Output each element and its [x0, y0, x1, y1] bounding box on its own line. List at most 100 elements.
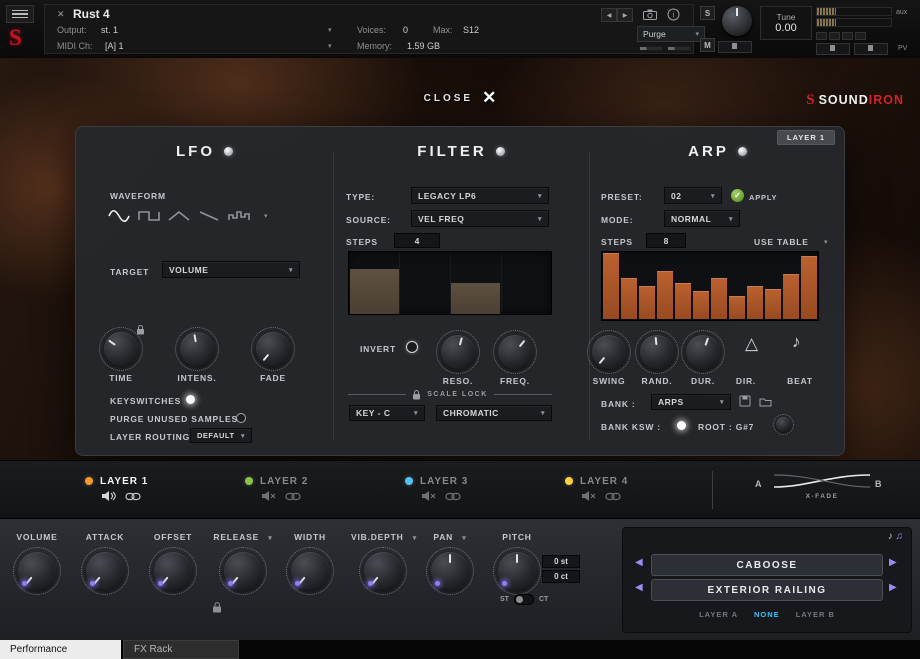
st-label[interactable]: ST [500, 596, 509, 603]
direction-triangle-icon[interactable]: △ [745, 334, 758, 354]
next-instrument-button[interactable]: ▶ [617, 8, 633, 22]
selector-next-icon[interactable]: ▶ [889, 557, 897, 568]
output-router-icon[interactable] [855, 32, 866, 40]
link-icon[interactable] [445, 492, 461, 501]
output-router-icon[interactable] [829, 32, 840, 40]
note-icon[interactable]: ♪ [888, 531, 893, 542]
arp-mode-dropdown[interactable]: NORMAL ▾ [664, 210, 740, 227]
output-value[interactable]: st. 1 [101, 25, 118, 35]
xfade-curve[interactable] [772, 472, 872, 490]
layer-a-option[interactable]: LAYER A [699, 610, 738, 619]
note-double-icon[interactable]: ♫ [896, 531, 904, 542]
filter-type-dropdown[interactable]: LEGACY LP6 ▾ [411, 187, 549, 204]
release-knob[interactable] [224, 552, 262, 590]
prev-instrument-button[interactable]: ◀ [601, 8, 617, 22]
snapshot-camera-icon[interactable] [643, 9, 657, 20]
info-icon[interactable]: i [667, 8, 680, 21]
layer-4-button[interactable]: LAYER 4 [565, 461, 715, 519]
layer-3-button[interactable]: LAYER 3 [405, 461, 555, 519]
mini-fader[interactable] [718, 41, 752, 53]
articulation-selector-b[interactable]: EXTERIOR RAILING [651, 579, 883, 601]
close-instrument-icon[interactable]: ✕ [57, 9, 65, 20]
speaker-on-icon[interactable] [101, 490, 116, 502]
lfo-fade-knob[interactable] [256, 332, 290, 366]
filter-power-led[interactable] [496, 147, 505, 156]
vibdepth-knob[interactable] [364, 552, 402, 590]
use-table-label[interactable]: USE TABLE [754, 237, 809, 247]
apply-check-button[interactable]: ✓ [731, 189, 744, 202]
sine-wave-icon[interactable] [108, 209, 130, 223]
max-voices-value[interactable]: S12 [463, 25, 479, 35]
arp-power-led[interactable] [738, 147, 747, 156]
pitch-semitones-value[interactable]: 0 st [542, 555, 580, 568]
none-option[interactable]: NONE [754, 610, 780, 619]
layer-2-button[interactable]: LAYER 2 [245, 461, 395, 519]
filter-step-table[interactable] [348, 251, 552, 315]
arp-preset-dropdown[interactable]: 02 ▾ [664, 187, 722, 204]
square-wave-icon[interactable] [138, 209, 160, 223]
tab-fx-rack[interactable]: FX Rack [123, 640, 239, 659]
load-bank-folder-icon[interactable] [759, 396, 772, 407]
pitch-cents-value[interactable]: 0 ct [542, 570, 580, 583]
output-router-icon[interactable] [842, 32, 853, 40]
tab-performance[interactable]: Performance [0, 640, 121, 659]
purge-dropdown[interactable]: Purge ▾ [637, 26, 705, 42]
attack-knob[interactable] [86, 552, 124, 590]
lfo-power-led[interactable] [224, 147, 233, 156]
arp-duration-knob[interactable] [686, 335, 720, 369]
ramp-wave-icon[interactable] [198, 209, 220, 223]
filter-frequency-knob[interactable] [498, 335, 532, 369]
triangle-wave-icon[interactable] [168, 209, 190, 223]
arp-velocity-table[interactable] [601, 251, 819, 321]
link-icon[interactable] [285, 492, 301, 501]
lock-icon[interactable] [212, 601, 222, 613]
aux-label[interactable]: aux [896, 9, 907, 16]
arp-random-knob[interactable] [640, 335, 674, 369]
volume-knob[interactable] [18, 552, 56, 590]
filter-steps-value[interactable]: 4 [394, 233, 440, 248]
hamburger-icon[interactable] [6, 5, 34, 23]
lfo-time-knob[interactable] [104, 332, 138, 366]
bank-dropdown[interactable]: ARPS ▾ [651, 394, 731, 410]
selector-next-icon[interactable]: ▶ [889, 582, 897, 593]
st-ct-toggle[interactable] [514, 594, 534, 605]
midi-dropdown-icon[interactable]: ▾ [328, 42, 332, 50]
output-dropdown-icon[interactable]: ▾ [328, 26, 332, 34]
offset-knob[interactable] [154, 552, 192, 590]
link-icon[interactable] [605, 492, 621, 501]
selector-prev-icon[interactable]: ◀ [635, 557, 643, 568]
scale-key-dropdown[interactable]: KEY - C ▾ [349, 405, 425, 421]
pan-knob-label[interactable]: PAN ▾ [418, 532, 482, 542]
vibdepth-knob-label[interactable]: VIB.DEPTH ▾ [351, 532, 415, 542]
use-table-chevron-icon[interactable]: ▾ [824, 238, 828, 246]
purge-unused-toggle[interactable] [236, 413, 246, 423]
speaker-muted-icon[interactable] [421, 490, 436, 502]
link-icon[interactable] [125, 492, 141, 501]
arp-steps-value[interactable]: 8 [646, 233, 686, 248]
speaker-muted-icon[interactable] [261, 490, 276, 502]
speaker-muted-icon[interactable] [581, 490, 596, 502]
tune-knob[interactable] [722, 6, 752, 36]
target-dropdown[interactable]: VOLUME ▾ [162, 261, 300, 278]
bank-ksw-toggle[interactable] [677, 421, 686, 430]
output-router-icon[interactable] [816, 32, 827, 40]
invert-toggle[interactable] [406, 341, 418, 353]
soundiron-badge-icon[interactable]: S [9, 25, 22, 51]
filter-source-dropdown[interactable]: VEL FREQ ▾ [411, 210, 549, 227]
midi-channel-value[interactable]: [A] 1 [105, 41, 124, 51]
close-panel-button[interactable]: CLOSE ✕ [424, 88, 497, 108]
layer-routing-dropdown[interactable]: DEFAULT ▾ [190, 428, 252, 443]
beat-note-icon[interactable]: ♪ [792, 332, 801, 352]
mini-fader[interactable] [816, 43, 850, 55]
waveform-more-icon[interactable]: ▾ [264, 212, 268, 220]
layer-1-button[interactable]: LAYER 1 [85, 461, 235, 519]
release-knob-label[interactable]: RELEASE ▾ [211, 532, 275, 542]
apply-label[interactable]: APPLY [749, 193, 777, 202]
layer-b-option[interactable]: LAYER B [796, 610, 835, 619]
pan-knob[interactable] [431, 552, 469, 590]
filter-resonance-knob[interactable] [441, 335, 475, 369]
random-wave-icon[interactable] [228, 209, 250, 223]
pitch-knob[interactable] [498, 552, 536, 590]
mute-button[interactable]: M [700, 38, 715, 52]
scale-type-dropdown[interactable]: CHROMATIC ▾ [436, 405, 552, 421]
